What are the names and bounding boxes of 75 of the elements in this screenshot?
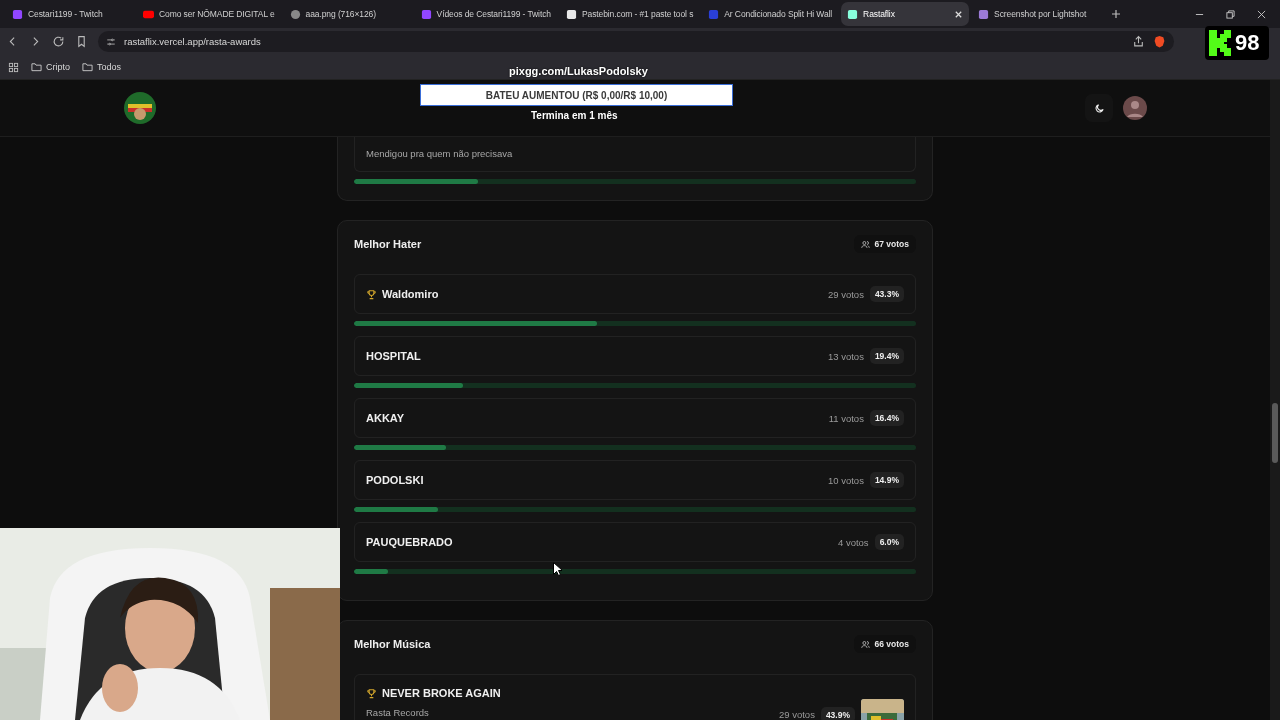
people-icon	[860, 639, 870, 649]
nominee-description: Mendigou pra quem não precisava	[366, 148, 513, 159]
donation-goal: BATEU AUMENTOU (R$ 0,00/R$ 10,00)	[420, 84, 733, 106]
theme-toggle-button[interactable]	[1085, 94, 1113, 122]
k-logo-icon	[1209, 30, 1231, 56]
nominee-card[interactable]: NEVER BROKE AGAIN Rasta Records 29 votos 43.9%	[354, 674, 916, 720]
nominee-description: Rasta Records	[366, 707, 430, 718]
moon-icon	[1093, 102, 1105, 114]
new-tab-icon[interactable]	[1111, 9, 1122, 19]
site-icon	[12, 8, 23, 20]
category-title: Melhor Hater	[354, 238, 422, 250]
vote-percentage: 19.4%	[869, 348, 904, 364]
bookmark-folder[interactable]: Cripto	[31, 62, 70, 72]
nominee-name: PAUQUEBRADO	[366, 536, 453, 548]
share-icon[interactable]	[1132, 35, 1145, 48]
site-icon	[289, 8, 301, 20]
settings-icon[interactable]	[106, 36, 116, 47]
folder-icon	[31, 62, 42, 72]
mouse-cursor-icon	[553, 562, 562, 576]
site-icon	[565, 8, 577, 20]
apps-icon[interactable]	[8, 61, 19, 73]
close-icon[interactable]	[954, 9, 964, 19]
vote-percentage: 43.3%	[869, 286, 904, 302]
nominee-name: Waldomiro	[382, 288, 439, 300]
browser-tab[interactable]: Ar Condicionado Split Hi Wall	[702, 2, 839, 26]
site-icon	[978, 8, 990, 20]
browser-tab[interactable]: Cestari1199 - Twitch	[6, 2, 134, 26]
logo[interactable]	[124, 92, 156, 124]
folder-icon	[82, 62, 93, 72]
trophy-icon	[366, 687, 377, 699]
bookmark-folder[interactable]: Todos	[82, 62, 122, 72]
vote-percentage: 6.0%	[874, 534, 904, 550]
site-icon	[708, 8, 720, 20]
vote-percentage: 43.9%	[820, 706, 855, 720]
restore-icon[interactable]	[1226, 9, 1235, 19]
vote-percentage: 16.4%	[869, 410, 904, 426]
total-votes: 67 votos	[853, 235, 916, 253]
vote-count: 13 votos	[827, 350, 864, 362]
vote-count: 29 votos	[778, 709, 815, 720]
nominee-name: HOSPITAL	[366, 350, 421, 362]
browser-tab[interactable]: Pastebin.com - #1 paste tool s	[559, 2, 700, 26]
nominee-name: PODOLSKI	[366, 474, 424, 486]
browser-tab[interactable]: Screenshot por Lightshot	[972, 2, 1101, 26]
nominee-name: AKKAY	[366, 412, 405, 424]
vote-count: 10 votos	[827, 474, 864, 486]
address-field[interactable]: rastaflix.vercel.app/rasta-awards	[98, 31, 1174, 52]
vote-count: 4 votos	[838, 536, 869, 548]
people-icon	[860, 239, 870, 249]
close-icon[interactable]	[1257, 9, 1266, 19]
vote-count: 29 votos	[827, 288, 864, 300]
nominee-card[interactable]: HOSPITAL 13 votos 19.4%	[354, 336, 916, 376]
vote-percentage: 14.9%	[869, 472, 904, 488]
nominee-card[interactable]: Mendigou pra quem não precisava	[354, 137, 916, 172]
total-votes: 66 votos	[853, 635, 916, 653]
nominee-card[interactable]: PAUQUEBRADO 4 votos 6.0%	[354, 522, 916, 562]
browser-tab[interactable]: Rastaflix	[841, 2, 970, 26]
category-title: Melhor Música	[354, 638, 431, 650]
scrollbar[interactable]	[1270, 80, 1280, 720]
nominee-name: NEVER BROKE AGAIN	[382, 687, 501, 699]
trophy-icon	[366, 288, 377, 300]
goal-deadline: Termina em 1 mês	[531, 110, 618, 121]
nominee-card[interactable]: Waldomiro 29 votos 43.3%	[354, 274, 916, 314]
nominee-card[interactable]: AKKAY 11 votos 16.4%	[354, 398, 916, 438]
avatar[interactable]	[1123, 96, 1147, 120]
viewer-counter: 98	[1205, 26, 1269, 60]
browser-tab[interactable]: Como ser NÔMADE DIGITAL e	[137, 2, 281, 26]
bookmark-icon[interactable]	[75, 35, 88, 48]
reload-icon[interactable]	[52, 35, 65, 48]
site-icon	[847, 8, 859, 20]
browser-tab[interactable]: aaa.png (716×126)	[283, 2, 412, 26]
nominee-card[interactable]: PODOLSKI 10 votos 14.9%	[354, 460, 916, 500]
vote-count: 11 votos	[828, 412, 864, 424]
browser-tab[interactable]: Vídeos de Cestari1199 - Twitch	[414, 2, 557, 26]
site-icon	[143, 8, 154, 20]
site-icon	[420, 8, 432, 20]
